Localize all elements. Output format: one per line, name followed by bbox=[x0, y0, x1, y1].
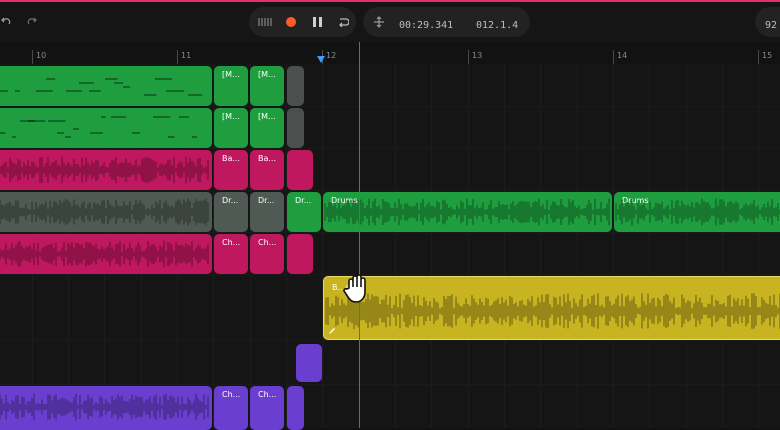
audio-waveform bbox=[0, 393, 209, 421]
pencil-icon[interactable] bbox=[328, 327, 336, 335]
selected-audio-clip[interactable]: B...a bbox=[323, 276, 780, 340]
redo-icon[interactable] bbox=[24, 12, 40, 32]
loop-icon bbox=[339, 18, 349, 27]
chords-clip[interactable]: Ch... bbox=[250, 386, 284, 430]
clip-label: Ba... bbox=[258, 154, 277, 163]
pause-icon bbox=[312, 17, 322, 27]
midi-clip[interactable]: [M... bbox=[250, 108, 284, 148]
record-button[interactable] bbox=[281, 12, 301, 32]
clip-label: [M... bbox=[222, 70, 240, 79]
clip-label: Dr... bbox=[295, 196, 312, 205]
midi-notes bbox=[0, 78, 203, 96]
time-readout: 00:29.341 bbox=[399, 20, 454, 31]
bass-clip[interactable] bbox=[0, 150, 212, 190]
bar-label: 12 bbox=[326, 51, 337, 60]
chords-clip[interactable] bbox=[287, 386, 304, 430]
drums-clip[interactable]: Drums bbox=[614, 192, 780, 232]
bar-label: 15 bbox=[762, 51, 773, 60]
chords-clip[interactable] bbox=[0, 386, 212, 430]
bass-clip[interactable]: Ba... bbox=[250, 150, 284, 190]
chords-clip[interactable]: Ch... bbox=[214, 386, 248, 430]
loop-button[interactable] bbox=[333, 12, 353, 32]
clip-label: Ba... bbox=[222, 154, 241, 163]
clip-label: Dr... bbox=[258, 196, 275, 205]
bar-label: 13 bbox=[472, 51, 483, 60]
playhead-marker-icon[interactable] bbox=[317, 56, 325, 63]
chords-clip[interactable]: Ch... bbox=[250, 234, 284, 274]
clip-label: Ch... bbox=[222, 238, 241, 247]
timeline-ruler[interactable]: 10 11 12 13 14 15 bbox=[0, 42, 780, 65]
bass-clip[interactable]: Ba... bbox=[214, 150, 248, 190]
midi-clip[interactable] bbox=[0, 108, 212, 148]
audio-waveform bbox=[325, 293, 780, 329]
midi-clip[interactable] bbox=[0, 66, 212, 106]
clip-label: [M... bbox=[258, 112, 276, 121]
bar-label: 14 bbox=[617, 51, 628, 60]
audio-waveform bbox=[0, 198, 209, 226]
playhead[interactable] bbox=[359, 42, 360, 428]
midi-clip-muted[interactable] bbox=[287, 66, 304, 106]
drums-clip[interactable]: Dr... bbox=[250, 192, 284, 232]
audio-waveform bbox=[0, 156, 209, 184]
clip-label: [M... bbox=[222, 112, 240, 121]
drums-clip[interactable]: Dr... bbox=[214, 192, 248, 232]
arrangement-lanes[interactable]: [M... [M... [M... [M... Ba... Ba... Dr..… bbox=[0, 64, 780, 430]
midi-notes bbox=[0, 116, 197, 138]
bar-beat-readout: 012.1.4 bbox=[476, 20, 519, 31]
audio-waveform bbox=[615, 198, 780, 226]
bass-clip[interactable] bbox=[287, 150, 313, 190]
metronome-icon[interactable] bbox=[255, 12, 275, 32]
tempo-display[interactable]: 92 bbox=[755, 7, 780, 37]
pause-button[interactable] bbox=[307, 12, 327, 32]
drums-clip[interactable]: Drums bbox=[323, 192, 612, 232]
transport-controls bbox=[249, 7, 356, 37]
position-display: 00:29.341 012.1.4 bbox=[363, 7, 530, 37]
midi-clip[interactable]: [M... bbox=[214, 108, 248, 148]
undo-icon[interactable] bbox=[0, 12, 12, 32]
chords-clip[interactable] bbox=[287, 234, 313, 274]
clip-label: Ch... bbox=[258, 238, 277, 247]
snap-icon[interactable] bbox=[369, 12, 389, 32]
bar-label: 10 bbox=[36, 51, 47, 60]
chords-clip[interactable] bbox=[0, 234, 212, 274]
purple-clip[interactable] bbox=[296, 344, 322, 382]
clip-label: [M... bbox=[258, 70, 276, 79]
clip-label: Ch... bbox=[222, 390, 241, 399]
record-icon bbox=[286, 17, 296, 27]
chords-clip[interactable]: Ch... bbox=[214, 234, 248, 274]
drums-clip[interactable] bbox=[0, 192, 212, 232]
drums-clip[interactable]: Dr... bbox=[287, 192, 321, 232]
transport-toolbar: 00:29.341 012.1.4 92 bbox=[0, 2, 780, 42]
tempo-value: 92 bbox=[765, 20, 778, 31]
grab-hand-icon bbox=[343, 274, 366, 303]
bar-label: 11 bbox=[181, 51, 192, 60]
audio-waveform bbox=[324, 198, 610, 226]
midi-clip[interactable]: [M... bbox=[250, 66, 284, 106]
clip-label: Ch... bbox=[258, 390, 277, 399]
clip-label: Dr... bbox=[222, 196, 239, 205]
audio-waveform bbox=[0, 240, 209, 268]
midi-clip[interactable]: [M... bbox=[214, 66, 248, 106]
midi-clip-muted[interactable] bbox=[287, 108, 304, 148]
